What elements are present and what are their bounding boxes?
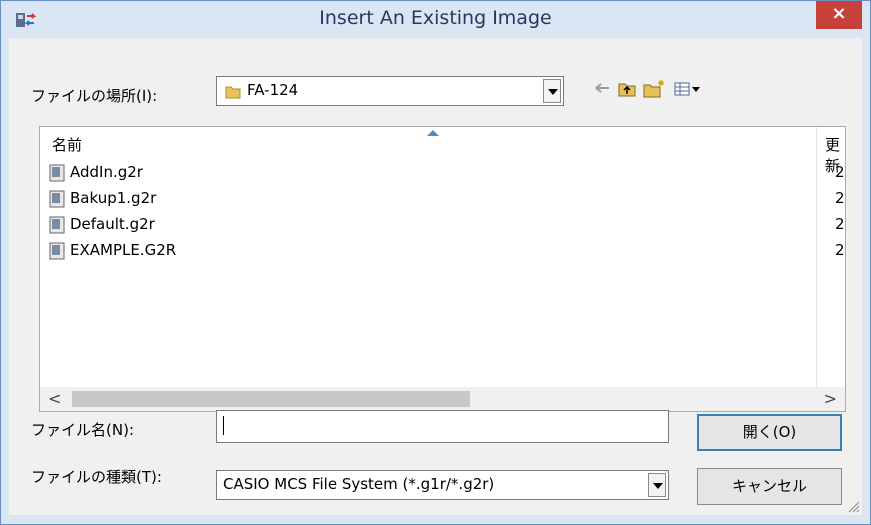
file-name: AddIn.g2r (70, 163, 143, 181)
file-name-label: ファイル名(N): (31, 421, 134, 439)
scrollbar-thumb[interactable] (72, 391, 470, 407)
list-item[interactable]: EXAMPLE.G2R 20 (48, 238, 845, 264)
file-date: 20 (835, 241, 845, 259)
horizontal-scrollbar[interactable]: < > (40, 387, 845, 411)
file-date: 20 (835, 215, 845, 233)
file-name: Bakup1.g2r (70, 189, 157, 207)
file-date: 20 (835, 163, 845, 181)
column-header-name[interactable]: 名前 (52, 134, 82, 155)
file-name-input[interactable] (216, 410, 669, 443)
scroll-right-icon[interactable]: > (824, 389, 837, 408)
open-button[interactable]: 開く(O) (697, 414, 842, 451)
file-icon (49, 190, 65, 208)
view-menu-icon[interactable] (673, 79, 703, 99)
back-arrow-icon[interactable] (594, 79, 612, 99)
file-date: 20 (835, 189, 845, 207)
scroll-left-icon[interactable]: < (48, 389, 61, 408)
look-in-dropdown[interactable]: FA-124 (216, 76, 564, 106)
title-bar[interactable]: Insert An Existing Image × (1, 1, 870, 38)
chevron-down-icon[interactable] (648, 473, 666, 497)
file-name: Default.g2r (70, 215, 155, 233)
list-header: 名前 更新 (40, 127, 845, 175)
file-icon (49, 164, 65, 182)
file-type-label: ファイルの種類(T): (31, 468, 162, 486)
chevron-down-icon[interactable] (543, 79, 561, 103)
dialog-body: ファイルの場所(I): FA-124 名前 更新 AddIn.g2r 2 Bak… (9, 38, 862, 515)
new-folder-icon[interactable] (642, 79, 666, 99)
file-icon (49, 216, 65, 234)
file-icon (49, 242, 65, 260)
text-caret (223, 416, 224, 435)
dialog-window: Insert An Existing Image × ファイルの場所(I): F… (0, 0, 871, 525)
resize-grip-icon[interactable] (846, 499, 860, 513)
file-name: EXAMPLE.G2R (70, 241, 177, 259)
folder-icon (225, 86, 241, 99)
dialog-title: Insert An Existing Image (319, 7, 552, 29)
up-folder-icon[interactable] (617, 79, 637, 99)
file-list[interactable]: 名前 更新 AddIn.g2r 20 Bakup1.g2r 20 Default… (39, 126, 846, 412)
sort-ascending-icon (427, 130, 439, 136)
look-in-label: ファイルの場所(I): (31, 87, 158, 105)
list-item[interactable]: AddIn.g2r 20 (48, 160, 845, 186)
file-type-dropdown[interactable]: CASIO MCS File System (*.g1r/*.g2r) (216, 470, 669, 500)
close-button[interactable]: × (816, 1, 862, 29)
list-item[interactable]: Default.g2r 20 (48, 212, 845, 238)
file-type-value: CASIO MCS File System (*.g1r/*.g2r) (223, 475, 495, 493)
list-item[interactable]: Bakup1.g2r 20 (48, 186, 845, 212)
look-in-value: FA-124 (247, 81, 299, 99)
cancel-button[interactable]: キャンセル (697, 468, 842, 505)
